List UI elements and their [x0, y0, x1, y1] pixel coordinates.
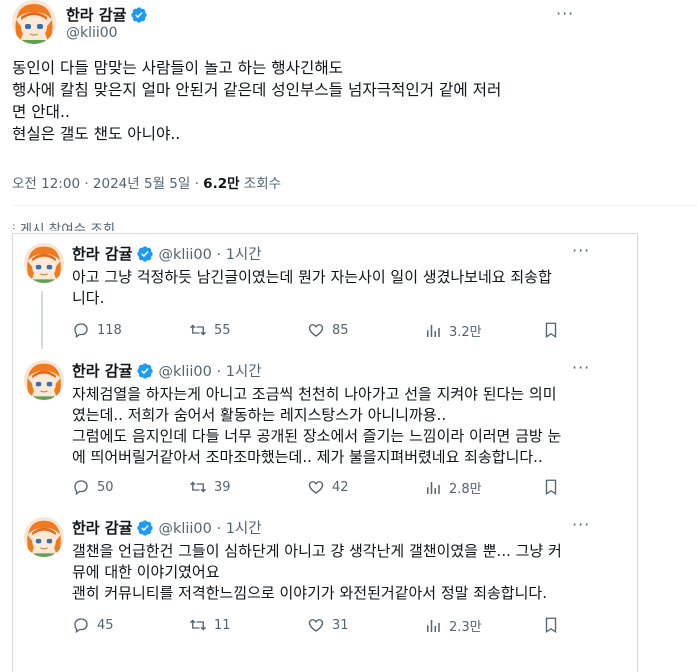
reply-header: 한라 감귤 @klii00 · 1시간 — [72, 360, 262, 381]
divider — [12, 205, 697, 206]
more-options-icon[interactable]: ··· — [556, 4, 574, 23]
author-avatar[interactable] — [12, 0, 56, 44]
repost-count: 11 — [214, 617, 231, 633]
repost-button[interactable]: 55 — [189, 321, 231, 339]
reply-text-line: 자체검열을 하자는게 아니고 조금씩 천천히 나아가고 선을 지켜야 된다는 의… — [72, 385, 557, 403]
tweet-text-line: 면 안대.. — [12, 103, 70, 121]
repost-icon — [190, 481, 206, 493]
more-options-icon[interactable]: ··· — [572, 241, 590, 260]
bookmark-icon — [545, 322, 557, 339]
bookmark-button[interactable] — [542, 321, 560, 339]
more-options-icon[interactable]: ··· — [572, 515, 590, 534]
verified-badge-icon — [136, 362, 154, 380]
reply-header: 한라 감귤 @klii00 · 1시간 — [72, 517, 262, 538]
reply-button[interactable]: 45 — [72, 616, 114, 634]
repost-icon — [190, 619, 206, 631]
tweet-timestamp[interactable]: 오전 12:00 · 2024년 5월 5일 · — [12, 176, 203, 192]
views-count: 6.2만 — [203, 176, 240, 192]
like-count: 31 — [332, 617, 349, 633]
like-button[interactable]: 42 — [307, 478, 349, 496]
repost-button[interactable]: 39 — [189, 478, 231, 496]
reply-text-line: 괜히 커뮤니티를 저격한느낌으로 이야기가 와전된거같아서 정말 죄송합니다. — [72, 584, 547, 602]
reply-handle-time[interactable]: @klii00 · 1시간 — [158, 517, 261, 538]
views-button[interactable]: 2.3만 — [424, 616, 482, 635]
reply-button[interactable]: 118 — [72, 321, 122, 339]
views-label: 조회수 — [239, 176, 282, 192]
reply-avatar[interactable] — [24, 517, 64, 557]
like-count: 42 — [332, 479, 349, 495]
reply-icon — [74, 618, 88, 634]
views-bar-chart-icon — [427, 324, 440, 337]
tweet-meta: 오전 12:00 · 2024년 5월 5일 · 6.2만 조회수 — [12, 172, 281, 192]
tweet-text-line: 행사에 칼침 맞은지 얼마 안된거 같은데 성인부스들 넘자극적인거 같에 저러 — [12, 81, 502, 99]
heart-icon — [308, 324, 324, 337]
reply-author-name[interactable]: 한라 감귤 — [72, 517, 132, 538]
verified-badge-icon — [130, 6, 148, 24]
reply-icon — [74, 323, 88, 339]
bookmark-button[interactable] — [542, 616, 560, 634]
reply-text-line: 아고 그냥 걱정하듯 남긴글이였는데 뭔가 자는사이 일이 생겼나보네요 죄송합 — [72, 268, 552, 286]
reply-author-name[interactable]: 한라 감귤 — [72, 243, 132, 264]
heart-icon — [308, 619, 324, 632]
verified-badge-icon — [136, 245, 154, 263]
more-options-icon[interactable]: ··· — [572, 358, 590, 377]
repost-icon — [190, 324, 206, 336]
reply-text-line: 였는데.. 저희가 숨어서 활동하는 레지스탕스가 아니니까용.. — [72, 406, 447, 424]
tweet-text-line: 동인이 다들 맘맞는 사람들이 놀고 하는 행사긴해도 — [12, 59, 344, 77]
reply-text-line: 뮤에 대한 이야기였어요 — [72, 563, 220, 581]
repost-count: 55 — [214, 322, 231, 338]
like-count: 85 — [332, 322, 349, 338]
bookmark-button[interactable] — [542, 478, 560, 496]
view-engagements-link[interactable]: ⫶ 게시 참여수 조회 — [12, 221, 115, 231]
author-name[interactable]: 한라 감귤 — [66, 4, 148, 25]
reply-text-line: 에 띄어버릴거같아서 조마조마했는데.. 제가 불을지펴버렸네요 죄송합니다.. — [72, 448, 543, 466]
repost-count: 39 — [214, 479, 231, 495]
like-button[interactable]: 31 — [307, 616, 349, 634]
reply-handle-time[interactable]: @klii00 · 1시간 — [158, 360, 261, 381]
chart-icon: ⫶ — [12, 222, 20, 231]
thread-connector-line — [41, 291, 43, 349]
like-button[interactable]: 85 — [307, 321, 349, 339]
reply-count: 50 — [97, 479, 114, 495]
author-handle[interactable]: @klii00 — [66, 25, 118, 41]
view-engagements-label[interactable]: 게시 참여수 조회 — [20, 222, 116, 231]
reply-handle-time[interactable]: @klii00 · 1시간 — [158, 243, 261, 264]
views-bar-chart-icon — [427, 619, 440, 632]
tweet-text-line: 현실은 갤도 챈도 아니야.. — [12, 125, 181, 143]
reply-text-line: 그럼에도 음지인데 다들 너무 공개된 장소에서 즐기는 느낌이라 이러면 금방… — [72, 427, 562, 445]
views-button[interactable]: 2.8만 — [424, 478, 482, 497]
reply-text: 갤챈을 언급한건 그들이 심하단게 아니고 걍 생각난게 갤챈이였을 뿐... … — [72, 541, 632, 604]
reply-text-line: 갤챈을 언급한건 그들이 심하단게 아니고 걍 생각난게 갤챈이였을 뿐... … — [72, 542, 562, 560]
reply-icon — [74, 480, 88, 496]
reply-text: 자체검열을 하자는게 아니고 조금씩 천천히 나아가고 선을 지켜야 된다는 의… — [72, 384, 632, 468]
reply-actions: 118 55 85 3.2만 — [72, 321, 572, 341]
reply-count: 45 — [97, 617, 114, 633]
reply-header: 한라 감귤 @klii00 · 1시간 — [72, 243, 262, 264]
reply-avatar[interactable] — [24, 360, 64, 400]
author-name-text[interactable]: 한라 감귤 — [66, 4, 126, 25]
reply-actions: 45 11 31 2.3만 — [72, 616, 572, 636]
reply-button[interactable]: 50 — [72, 478, 114, 496]
tweet-text: 동인이 다들 맘맞는 사람들이 놀고 하는 행사긴해도 행사에 칼침 맞은지 얼… — [12, 57, 602, 145]
views-count: 2.3만 — [449, 620, 482, 635]
repost-button[interactable]: 11 — [189, 616, 231, 634]
bookmark-icon — [545, 617, 557, 634]
bookmark-icon — [545, 479, 557, 496]
views-count: 3.2만 — [449, 325, 482, 340]
reply-actions: 50 39 42 2.8만 — [72, 478, 572, 498]
verified-badge-icon — [136, 519, 154, 537]
reply-count: 118 — [97, 322, 122, 338]
heart-icon — [308, 481, 324, 494]
reply-author-name[interactable]: 한라 감귤 — [72, 360, 132, 381]
reply-avatar[interactable] — [24, 243, 64, 283]
views-bar-chart-icon — [427, 481, 440, 494]
views-button[interactable]: 3.2만 — [424, 321, 482, 340]
reply-text: 아고 그냥 걱정하듯 남긴글이였는데 뭔가 자는사이 일이 생겼나보네요 죄송합… — [72, 267, 632, 309]
views-count: 2.8만 — [449, 482, 482, 497]
reply-text-line: 니다. — [72, 289, 105, 307]
